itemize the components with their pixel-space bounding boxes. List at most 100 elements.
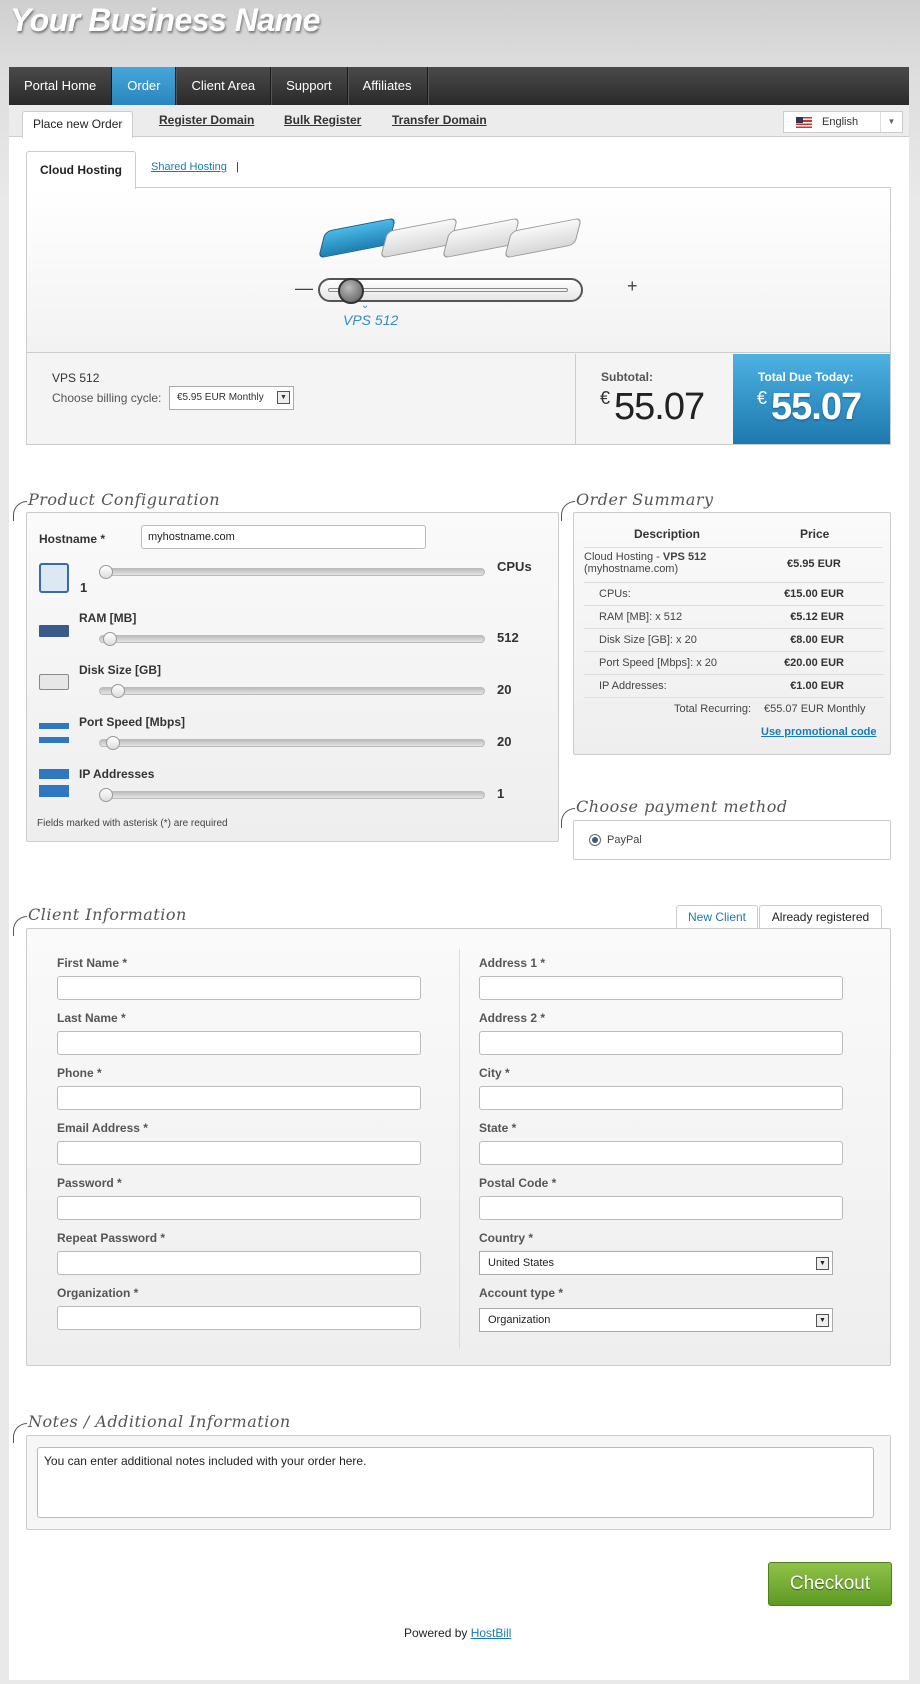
network-port-icon (39, 723, 69, 743)
last-name-label: Last Name * (57, 1011, 126, 1025)
repeat-password-input[interactable] (57, 1251, 421, 1275)
product-config-title: Product Configuration (28, 490, 221, 509)
summary-divider (584, 547, 882, 548)
cpu-icon (39, 563, 69, 593)
total-due-label: Total Due Today: (758, 370, 854, 384)
chevron-down-icon: ▼ (816, 1257, 829, 1270)
organization-input[interactable] (57, 1306, 421, 1330)
address2-label: Address 2 * (479, 1011, 546, 1025)
nav-client-area[interactable]: Client Area (176, 67, 272, 105)
summary-row-desc: IP Addresses: (599, 680, 667, 692)
city-input[interactable] (479, 1086, 843, 1110)
cpu-slider-handle[interactable] (99, 565, 113, 579)
password-label: Password * (57, 1176, 122, 1190)
brand-logo[interactable]: Your Business Name (10, 2, 320, 39)
promo-code-link[interactable]: Use promotional code (761, 726, 877, 738)
nav-affiliates[interactable]: Affiliates (348, 67, 428, 105)
ip-addresses-slider[interactable] (99, 791, 485, 799)
email-input[interactable] (57, 1141, 421, 1165)
nav-support[interactable]: Support (271, 67, 348, 105)
first-name-input[interactable] (57, 976, 421, 1000)
checkout-button[interactable]: Checkout (768, 1562, 892, 1606)
address2-input[interactable] (479, 1031, 843, 1055)
minus-icon[interactable]: — (295, 278, 313, 299)
payment-method-title: Choose payment method (576, 797, 788, 816)
ram-icon (39, 625, 69, 637)
disk-slider-handle[interactable] (111, 684, 125, 698)
organization-label: Organization * (57, 1286, 139, 1300)
ip-addresses-value: 1 (497, 786, 505, 801)
postal-code-label: Postal Code * (479, 1176, 557, 1190)
ram-slider-handle[interactable] (103, 632, 117, 646)
account-type-select[interactable]: Organization ▼ (479, 1308, 833, 1332)
cpu-value: 1 (80, 580, 88, 595)
summary-row: Port Speed [Mbps]: x 20 €20.00 EUR (584, 651, 884, 673)
disk-icon (39, 674, 69, 690)
plus-icon[interactable]: + (627, 276, 638, 297)
subtotal-area: Subtotal: € 55.07 (575, 354, 733, 444)
ram-slider[interactable] (99, 635, 485, 643)
hostname-label: Hostname * (39, 532, 106, 546)
summary-row: Disk Size [GB]: x 20 €8.00 EUR (584, 628, 884, 650)
account-type-label: Account type * (479, 1286, 564, 1300)
notes-panel: You can enter additional notes included … (26, 1435, 891, 1530)
notes-textarea[interactable]: You can enter additional notes included … (37, 1447, 874, 1518)
country-value: United States (488, 1257, 555, 1269)
caret-down-icon: ⌄ (361, 300, 370, 311)
state-input[interactable] (479, 1141, 843, 1165)
total-currency: € (757, 388, 768, 408)
last-name-input[interactable] (57, 1031, 421, 1055)
ram-value: 512 (497, 630, 519, 645)
port-speed-label: Port Speed [Mbps] (79, 715, 186, 729)
server-icon[interactable] (504, 216, 582, 259)
first-name-label: First Name * (57, 956, 128, 970)
phone-input[interactable] (57, 1086, 421, 1110)
disk-slider[interactable] (99, 687, 485, 695)
paypal-label[interactable]: PayPal (607, 834, 642, 846)
nav-portal-home[interactable]: Portal Home (9, 67, 113, 105)
tab-shared-hosting[interactable]: Shared Hosting (151, 161, 227, 173)
billing-cycle-value: €5.95 EUR Monthly (177, 392, 264, 403)
country-select[interactable]: United States ▼ (479, 1251, 833, 1275)
tab-already-registered[interactable]: Already registered (759, 905, 882, 929)
port-speed-slider-handle[interactable] (106, 736, 120, 750)
tab-bulk-register[interactable]: Bulk Register (284, 113, 361, 127)
hostbill-link[interactable]: HostBill (471, 1626, 512, 1640)
phone-label: Phone * (57, 1066, 102, 1080)
summary-main-host: (myhostname.com) (584, 563, 679, 575)
state-label: State * (479, 1121, 517, 1135)
recurring-value: €55.07 EUR Monthly (764, 703, 866, 715)
summary-row-price: €20.00 EUR (784, 657, 844, 669)
city-label: City * (479, 1066, 510, 1080)
cpu-unit: CPUs (497, 559, 532, 574)
recurring-label: Total Recurring: (674, 703, 752, 715)
order-summary-panel: Description Price Cloud Hosting - VPS 51… (573, 512, 891, 755)
summary-row-price: €15.00 EUR (784, 588, 844, 600)
language-select[interactable]: English ▼ (783, 111, 903, 133)
summary-recurring-row: Total Recurring: €55.07 EUR Monthly (584, 697, 884, 719)
summary-row-desc: Disk Size [GB]: x 20 (599, 634, 697, 646)
hook-arrow-icon (13, 916, 27, 936)
tab-place-new-order[interactable]: Place new Order (22, 111, 134, 138)
account-type-value: Organization (488, 1314, 551, 1326)
ip-addresses-slider-handle[interactable] (99, 788, 113, 802)
hostname-input[interactable]: myhostname.com (141, 525, 426, 549)
summary-main-prefix: Cloud Hosting - (584, 551, 663, 563)
summary-main-item: Cloud Hosting - VPS 512 (myhostname.com) (584, 551, 706, 575)
nav-order[interactable]: Order (112, 67, 177, 105)
password-input[interactable] (57, 1196, 421, 1220)
billing-cycle-select[interactable]: €5.95 EUR Monthly ▼ (169, 386, 294, 410)
tab-new-client[interactable]: New Client (676, 905, 758, 929)
port-speed-slider[interactable] (99, 739, 485, 747)
tab-separator: | (236, 161, 239, 173)
order-summary-title: Order Summary (576, 490, 714, 509)
subtotal-value: 55.07 (614, 386, 705, 428)
port-speed-value: 20 (497, 734, 512, 749)
tab-transfer-domain[interactable]: Transfer Domain (392, 113, 487, 127)
address1-input[interactable] (479, 976, 843, 1000)
tab-register-domain[interactable]: Register Domain (159, 113, 254, 127)
cpu-slider[interactable] (99, 568, 485, 576)
tab-cloud-hosting[interactable]: Cloud Hosting (26, 151, 136, 189)
paypal-radio[interactable] (589, 834, 601, 846)
postal-code-input[interactable] (479, 1196, 843, 1220)
